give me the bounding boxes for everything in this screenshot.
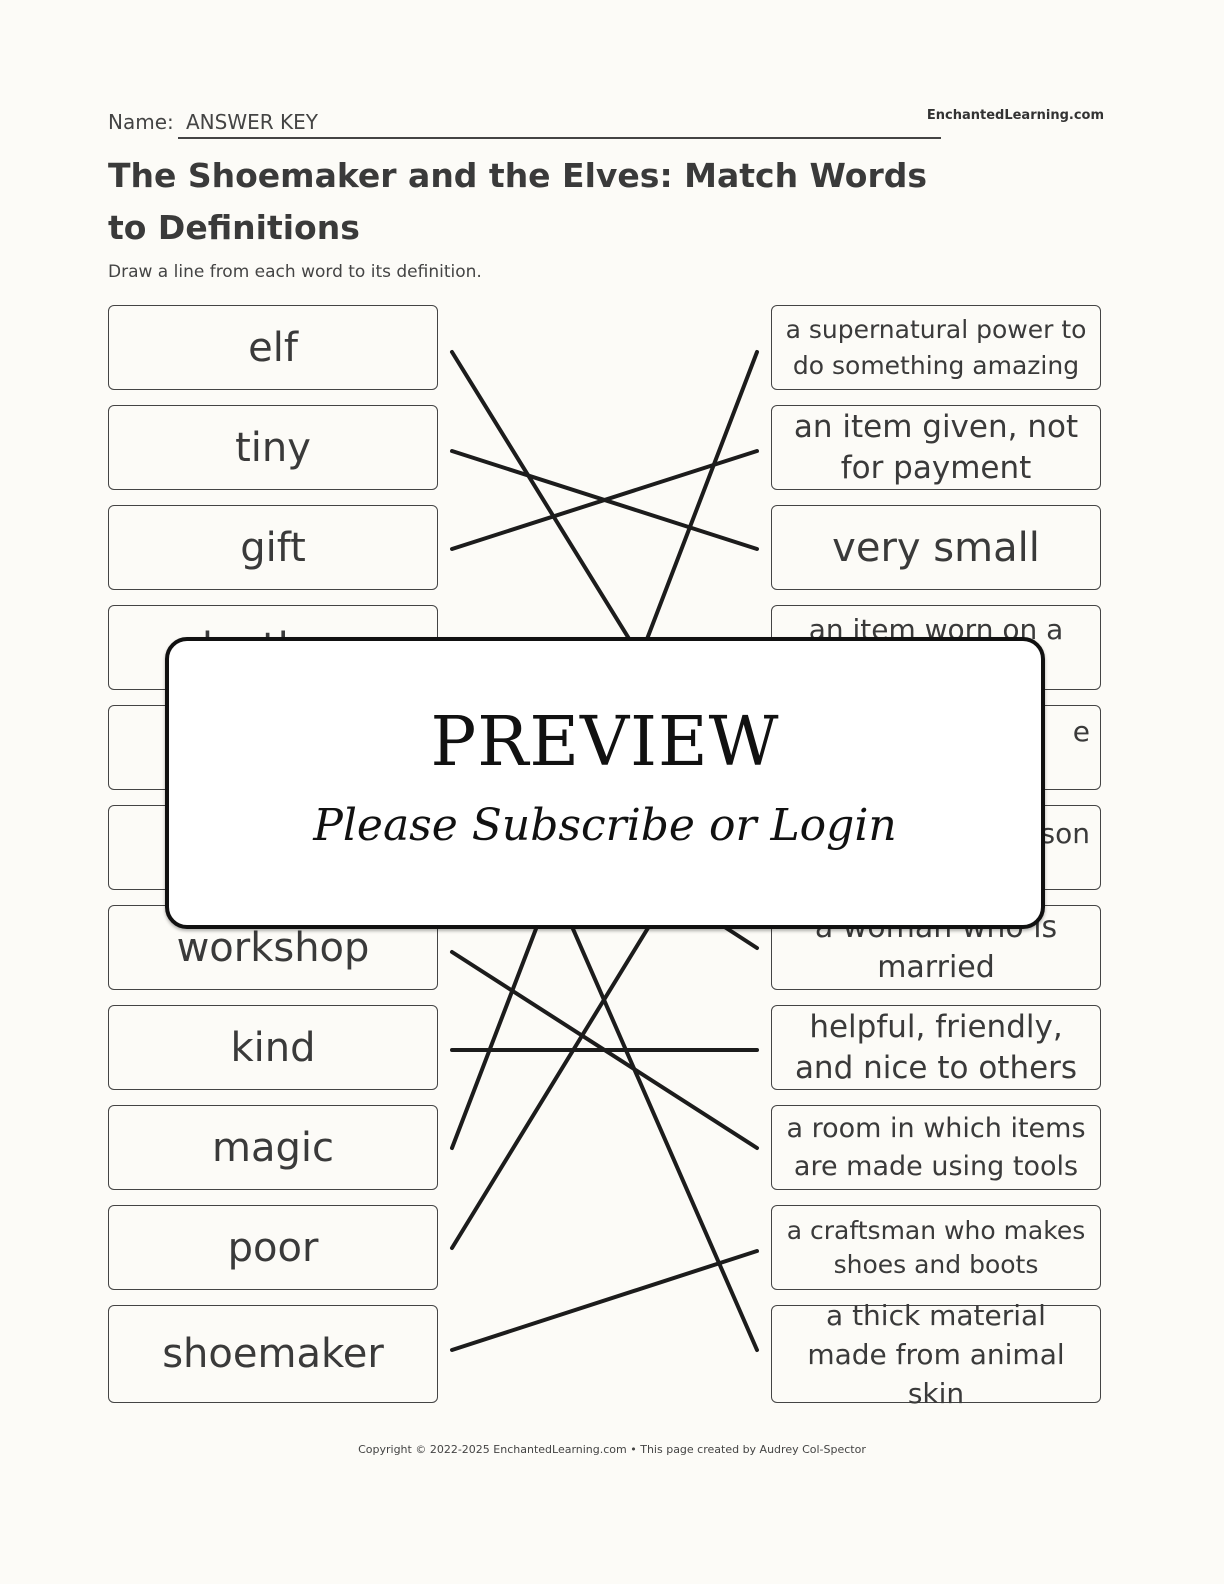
match-line-workshop bbox=[450, 950, 759, 1150]
preview-title: PREVIEW bbox=[430, 703, 780, 782]
word-box[interactable]: gift bbox=[108, 505, 438, 590]
instructions: Draw a line from each word to its defini… bbox=[108, 262, 482, 282]
page-title: The Shoemaker and the Elves: Match Words… bbox=[108, 156, 927, 247]
word-box[interactable]: shoemaker bbox=[108, 1305, 438, 1403]
copyright-footer: Copyright © 2022-2025 EnchantedLearning.… bbox=[358, 1443, 866, 1456]
match-line-tiny bbox=[450, 449, 759, 551]
word-box[interactable]: poor bbox=[108, 1205, 438, 1290]
definition-box[interactable]: a supernatural power to do something ama… bbox=[771, 305, 1101, 390]
definition-box[interactable]: a room in which items are made using too… bbox=[771, 1105, 1101, 1190]
match-line-gift bbox=[450, 449, 759, 551]
brand-logo[interactable]: EnchantedLearning.com bbox=[927, 108, 1104, 123]
definition-box[interactable]: an item given, not for payment bbox=[771, 405, 1101, 490]
subscribe-login-prompt[interactable]: Please Subscribe or Login bbox=[169, 800, 1041, 851]
preview-overlay[interactable]: PREVIEW Please Subscribe or Login bbox=[165, 637, 1045, 929]
word-box[interactable]: tiny bbox=[108, 405, 438, 490]
word-box[interactable]: magic bbox=[108, 1105, 438, 1190]
definition-box[interactable]: helpful, friendly, and nice to others bbox=[771, 1005, 1101, 1090]
name-underline bbox=[178, 137, 941, 139]
word-box[interactable]: kind bbox=[108, 1005, 438, 1090]
word-box[interactable]: elf bbox=[108, 305, 438, 390]
definition-box[interactable]: very small bbox=[771, 505, 1101, 590]
name-field[interactable]: ANSWER KEY bbox=[186, 110, 318, 134]
definition-box[interactable]: a craftsman who makes shoes and boots bbox=[771, 1205, 1101, 1290]
name-label: Name: bbox=[108, 110, 174, 134]
definition-box[interactable]: a thick material made from animal skin bbox=[771, 1299, 1101, 1410]
match-line-shoemaker bbox=[450, 1249, 759, 1352]
